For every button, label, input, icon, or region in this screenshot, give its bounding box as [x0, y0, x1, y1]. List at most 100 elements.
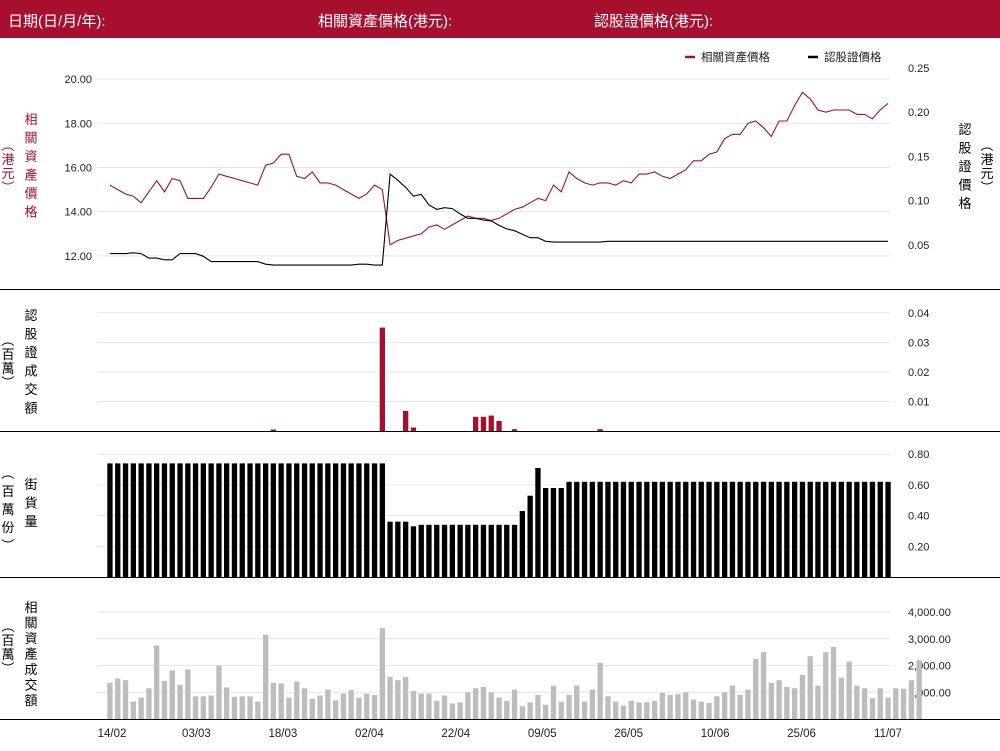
axis-title-char: 百 [1, 633, 14, 648]
outstanding-quantity-bar [239, 463, 245, 577]
outstanding-quantity-bar [869, 481, 876, 577]
warrant-turnover-bar [480, 416, 487, 431]
outstanding-quantity-bar [714, 481, 720, 577]
outstanding-quantity-bar [480, 524, 487, 577]
outstanding-quantity-bar [301, 463, 308, 577]
asset-turnover-bar [348, 690, 354, 719]
axis-title-char: （ [0, 138, 15, 151]
right-axis-tick-label: 1,000.00 [908, 687, 951, 699]
outstanding-quantity-bar [511, 524, 518, 577]
outstanding-quantity-bar [854, 481, 860, 577]
asset-turnover-bar [543, 704, 549, 719]
outstanding-quantity-bar [270, 463, 276, 577]
outstanding-quantity-bar [589, 481, 595, 577]
outstanding-quantity-bar [659, 481, 665, 577]
axis-title-char: 額 [24, 401, 37, 416]
outstanding-quantity-bar [558, 488, 564, 577]
asset-turnover-bar [286, 697, 292, 719]
outstanding-quantity-bar [753, 481, 759, 577]
x-axis-date-label: 22/04 [441, 728, 470, 740]
asset-turnover-bar [270, 682, 276, 719]
axis-title-char: 關 [24, 616, 37, 631]
asset-turnover-bar [846, 661, 852, 719]
asset-turnover-bar [519, 706, 525, 719]
outstanding-quantity-bar [473, 524, 479, 577]
axis-title-char: 關 [24, 131, 37, 146]
asset-turnover-bar [161, 681, 168, 719]
axis-title-char: 價 [958, 178, 971, 193]
outstanding-quantity-bar [605, 481, 611, 577]
outstanding-quantity-bar [807, 481, 813, 577]
asset-turnover-bar [628, 700, 634, 719]
asset-turnover-bar [885, 697, 891, 719]
asset-turnover-bar [574, 685, 580, 719]
outstanding-quantity-bar [216, 463, 222, 577]
outstanding-quantity-bar [846, 481, 852, 577]
warrant-chart[interactable]: 12.00 14.00 16.00 18.00 20.00 0.05 0.10 0.15 0.2… [0, 0, 1000, 751]
axis-title-char: 認 [958, 122, 971, 137]
axis-title-char: 股 [24, 327, 37, 342]
asset-turnover-bar [807, 656, 813, 719]
axis-title-char: 格 [24, 205, 37, 220]
outstanding-quantity-bar [333, 463, 339, 577]
asset-turnover-bar [597, 662, 603, 719]
axis-title-char: 證 [958, 159, 971, 174]
left-axis-tick-label: 18.00 [64, 118, 92, 130]
axis-title-char: 產 [24, 168, 37, 183]
warrant-turnover-bar [511, 429, 518, 431]
outstanding-quantity-bar [325, 463, 331, 577]
asset-turnover-bar [239, 696, 245, 719]
x-axis-date-label: 09/05 [528, 728, 557, 740]
asset-turnover-bar [473, 688, 479, 720]
axis-title-char: ） [0, 661, 15, 674]
outstanding-quantity-bar [768, 481, 774, 577]
axis-title-char: ） [0, 375, 15, 388]
outstanding-quantity-bar [122, 463, 129, 577]
asset-turnover-bar [278, 683, 284, 719]
axis-title-char: 港 [1, 152, 14, 167]
asset-turnover-bar [294, 681, 300, 719]
asset-turnover-bar [130, 701, 136, 719]
outstanding-quantity-bar [527, 495, 533, 577]
asset-turnover-bar [426, 693, 432, 719]
warrant-price-series-line [110, 173, 888, 266]
outstanding-quantity-bar [192, 463, 199, 577]
outstanding-quantity-bar [566, 481, 572, 577]
outstanding-quantity-bar [535, 468, 541, 577]
right-axis-tick-label: 0.04 [908, 308, 929, 320]
asset-turnover-bar [760, 652, 767, 719]
asset-turnover-bar [216, 665, 222, 719]
x-axis-date-label: 26/05 [614, 728, 643, 740]
outstanding-quantity-bar [519, 511, 525, 577]
axis-title-char: 格 [958, 196, 971, 211]
outstanding-quantity-bar [138, 463, 144, 577]
left-axis-tick-label: 14.00 [64, 207, 92, 219]
legend-warrant-label: 認股證價格 [824, 50, 882, 64]
outstanding-quantity-bar [426, 524, 432, 577]
asset-turnover-bar [488, 692, 494, 719]
axis-title-char: 萬 [1, 502, 14, 517]
warrant-turnover-bar [410, 427, 417, 431]
right-axis-tick-label: 0.03 [908, 337, 929, 349]
outstanding-quantity-bar [885, 481, 891, 577]
right-axis-tick-label: 0.20 [908, 541, 929, 553]
right-axis-tick-label: 3,000.00 [908, 634, 951, 646]
axis-title-char: 價 [24, 186, 37, 201]
outstanding-quantity-bar [309, 463, 315, 577]
axis-title-char: 相 [24, 600, 37, 615]
asset-turnover-bar [667, 694, 673, 719]
asset-turnover-bar [581, 701, 588, 719]
asset-turnover-bar [449, 703, 455, 719]
right-axis-tick-label: 0.02 [908, 367, 929, 379]
x-axis-date-label: 02/04 [355, 728, 384, 740]
outstanding-quantity-bar [830, 481, 837, 577]
asset-turnover-bar [457, 702, 463, 719]
right-axis-tick-label: 2,000.00 [908, 661, 951, 673]
asset-turnover-bar [916, 660, 922, 719]
outstanding-quantity-bar [862, 481, 868, 577]
asset-turnover-bar [340, 693, 347, 719]
asset-turnover-bar [325, 689, 331, 719]
axis-title-char: 元 [1, 166, 14, 181]
asset-turnover-bar [410, 690, 417, 719]
right-axis-tick-label: 0.40 [908, 511, 929, 523]
